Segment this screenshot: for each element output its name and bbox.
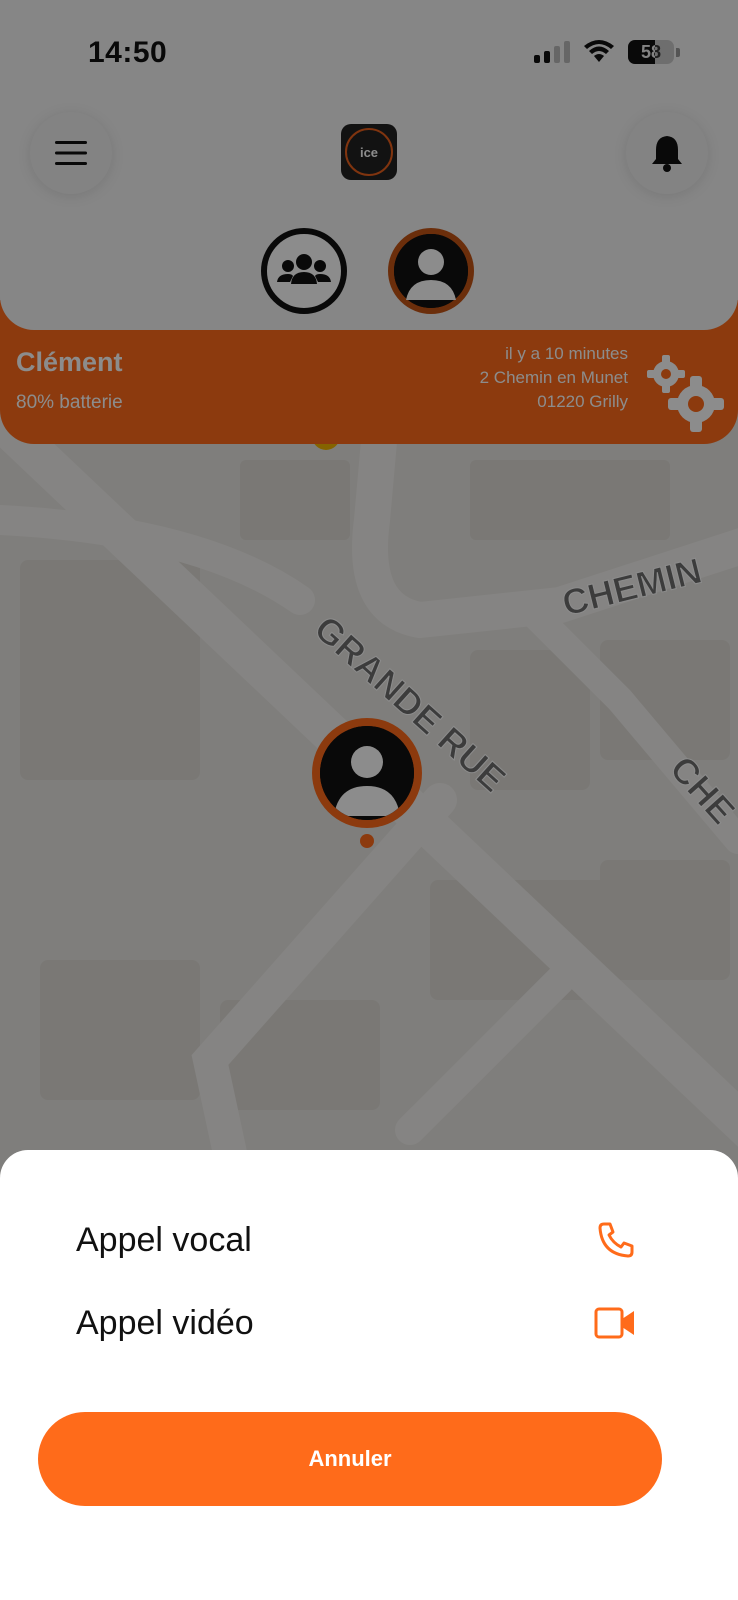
voice-call-label: Appel vocal: [76, 1220, 252, 1259]
video-camera-icon: [594, 1307, 634, 1339]
video-call-label: Appel vidéo: [76, 1303, 254, 1342]
phone-icon: [598, 1222, 634, 1258]
voice-call-option[interactable]: Appel vocal: [76, 1210, 636, 1270]
cancel-button[interactable]: Annuler: [38, 1412, 662, 1506]
video-call-option[interactable]: Appel vidéo: [76, 1293, 636, 1353]
